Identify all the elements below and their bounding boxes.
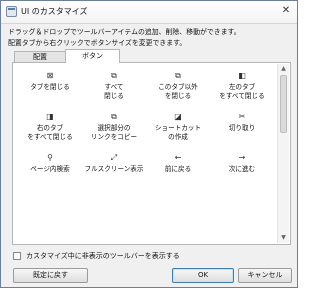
item-label: 選択部分の <box>97 124 131 132</box>
close-icon[interactable]: ✕ <box>279 4 293 18</box>
scissors-icon: ✂ <box>238 112 246 121</box>
copy-links-icon: ⧉ <box>111 112 117 121</box>
item-back[interactable]: ← 前に戻る <box>147 151 209 187</box>
item-label: 右のタブ <box>36 124 64 132</box>
instructions: ドラッグ＆ドロップでツールバーアイテムの追加、削除、移動ができます。 配置タブか… <box>8 27 293 49</box>
search-icon: ⚲ <box>47 153 53 162</box>
item-label: 次に進む <box>228 165 256 173</box>
item-label: 切り取り <box>228 124 256 132</box>
item-label: タブを閉じる <box>30 83 70 91</box>
window-title: UI のカスタマイズ <box>21 7 88 16</box>
item-label: このタブ以外 <box>158 83 198 91</box>
item-label: 左のタブ <box>228 83 256 91</box>
shortcut-icon: ◪ <box>174 112 182 121</box>
item-label-2: をすべて閉じる <box>219 92 265 100</box>
item-label-2: をすべて閉じる <box>27 133 73 141</box>
item-label-2: を閉じる <box>164 92 192 100</box>
item-close-left[interactable]: ◧ 左のタブ をすべて閉じる <box>211 69 273 105</box>
item-cut[interactable]: ✂ 切り取り <box>211 110 273 146</box>
scroll-up-arrow-icon[interactable]: ▲ <box>278 64 289 74</box>
item-close-others[interactable]: ⧉ このタブ以外 を閉じる <box>147 69 209 105</box>
instructions-line-1: ドラッグ＆ドロップでツールバーアイテムの追加、削除、移動ができます。 <box>8 28 241 36</box>
item-find-in-page[interactable]: ⚲ ページ内検索 <box>19 151 81 187</box>
instructions-line-2: 配置タブから右クリックでボタンサイズを変更できます。 <box>8 39 187 47</box>
customize-ui-dialog: UI のカスタマイズ ✕ ドラッグ＆ドロップでツールバーアイテムの追加、削除、移… <box>0 0 298 288</box>
item-label-2: の作成 <box>168 133 188 141</box>
back-arrow-icon: ← <box>174 153 182 162</box>
item-label: ショートカット <box>154 124 202 132</box>
close-all-icon: ⧉ <box>111 71 117 80</box>
scroll-down-arrow-icon[interactable]: ▼ <box>278 233 289 243</box>
close-others-icon: ⧉ <box>175 71 181 80</box>
tab-layout[interactable]: 配置 <box>14 51 66 62</box>
reset-defaults-button[interactable]: 既定に戻す <box>13 268 88 283</box>
title-bar: UI のカスタマイズ ✕ <box>1 1 297 24</box>
close-left-icon: ◧ <box>238 71 246 80</box>
cancel-button[interactable]: キャンセル <box>238 268 292 283</box>
item-label: すべて <box>104 83 124 91</box>
show-hidden-toolbars-checkbox[interactable] <box>13 252 21 260</box>
show-hidden-toolbars-option[interactable]: カスタマイズ中に非表示のツールバーを表示する <box>13 251 180 261</box>
item-fullscreen[interactable]: ⤢ フルスクリーン表示 <box>83 151 145 187</box>
item-label: ページ内検索 <box>30 165 70 173</box>
fullscreen-icon: ⤢ <box>110 153 118 162</box>
item-close-all[interactable]: ⧉ すべて 閉じる <box>83 69 145 105</box>
scroll-thumb[interactable] <box>280 75 287 133</box>
item-forward[interactable]: → 次に進む <box>211 151 273 187</box>
vertical-scrollbar[interactable]: ▲ ▼ <box>277 64 289 243</box>
item-close-tab[interactable]: ⊠ タブを閉じる <box>19 69 81 105</box>
window-app-icon <box>6 6 17 17</box>
item-close-right[interactable]: ◨ 右のタブ をすべて閉じる <box>19 110 81 146</box>
item-create-shortcut[interactable]: ◪ ショートカット の作成 <box>147 110 209 146</box>
close-right-icon: ◨ <box>46 112 54 121</box>
item-label: 前に戻る <box>164 165 192 173</box>
ok-button[interactable]: OK <box>172 268 234 283</box>
close-tab-icon: ⊠ <box>46 71 54 80</box>
forward-arrow-icon: → <box>238 153 246 162</box>
item-label-2: 閉じる <box>104 92 124 100</box>
show-hidden-toolbars-label: カスタマイズ中に非表示のツールバーを表示する <box>26 252 180 260</box>
item-copy-links[interactable]: ⧉ 選択部分の リンクをコピー <box>83 110 145 146</box>
item-label-2: リンクをコピー <box>90 133 138 141</box>
toolbar-items-grid: ⊠ タブを閉じる ⧉ すべて 閉じる ⧉ このタブ以外 を閉じる ◧ 左のタブ … <box>19 69 274 187</box>
item-label: フルスクリーン表示 <box>84 165 144 173</box>
buttons-panel: ⊠ タブを閉じる ⧉ すべて 閉じる ⧉ このタブ以外 を閉じる ◧ 左のタブ … <box>12 62 291 245</box>
tab-buttons[interactable]: ボタン <box>65 49 120 63</box>
